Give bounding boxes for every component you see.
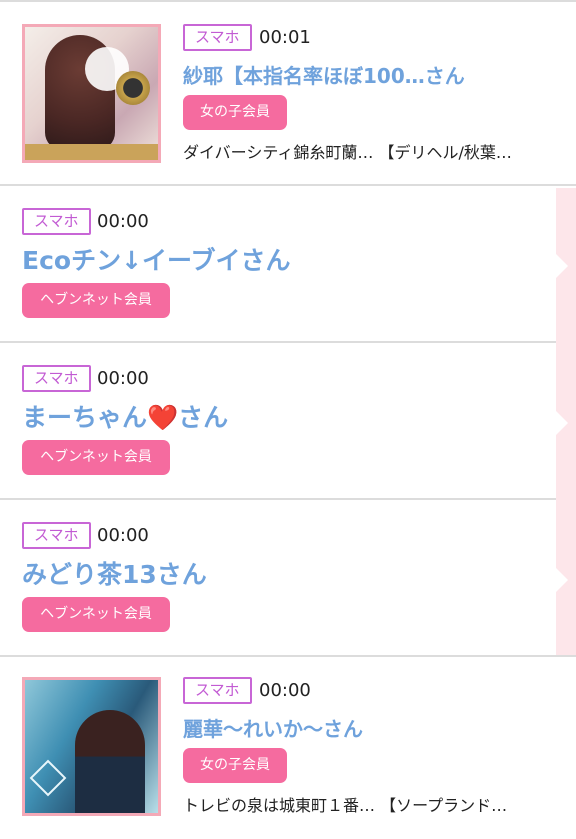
user-name-link[interactable]: まーちゃん❤️さん xyxy=(22,398,228,434)
side-indicator-bar xyxy=(556,188,576,655)
heart-icon: ❤️ xyxy=(147,403,179,432)
list-item[interactable]: スマホ 00:00 Ecoチン↓イーブイさん ヘブンネット会員 xyxy=(0,186,576,343)
device-badge: スマホ xyxy=(183,677,252,704)
timestamp: 00:01 xyxy=(259,27,311,48)
membership-badge: ヘブンネット会員 xyxy=(22,440,170,475)
user-name-suffix: さん xyxy=(178,403,229,432)
membership-badge: ヘブンネット会員 xyxy=(22,597,170,632)
user-name-link[interactable]: Ecoチン↓イーブイさん xyxy=(22,241,291,277)
user-name-link[interactable]: みどり茶13さん xyxy=(22,555,207,591)
diamond-logo-icon xyxy=(29,759,67,797)
side-notch xyxy=(556,411,568,435)
list-item[interactable]: スマホ 00:00 麗華〜れいか〜さん 女の子会員 トレビの泉は城東町１番… 【… xyxy=(0,657,576,839)
side-notch xyxy=(556,568,568,592)
profile-thumbnail[interactable] xyxy=(22,677,161,816)
device-badge: スマホ xyxy=(183,24,252,51)
device-badge: スマホ xyxy=(22,522,91,549)
user-name-link[interactable]: 麗華〜れいか〜さん xyxy=(183,713,363,742)
timestamp: 00:00 xyxy=(97,525,149,546)
membership-badge: ヘブンネット会員 xyxy=(22,283,170,318)
device-badge: スマホ xyxy=(22,365,91,392)
photo-figure xyxy=(75,710,145,813)
timestamp: 00:00 xyxy=(97,368,149,389)
profile-thumbnail[interactable] xyxy=(22,24,161,163)
list-item[interactable]: スマホ 00:00 みどり茶13さん ヘブンネット会員 xyxy=(0,500,576,657)
membership-badge: 女の子会員 xyxy=(183,95,287,130)
photo-strip xyxy=(25,144,158,160)
timestamp: 00:00 xyxy=(259,680,311,701)
user-name-link[interactable]: 紗耶【本指名率ほぼ100…さん xyxy=(183,60,465,89)
side-notch xyxy=(556,254,568,278)
shop-info[interactable]: ダイバーシティ錦糸町蘭… 【デリヘル/秋葉… xyxy=(183,139,512,163)
timestamp: 00:00 xyxy=(97,211,149,232)
user-name-text: まーちゃん xyxy=(22,403,148,432)
device-badge: スマホ xyxy=(22,208,91,235)
list-item[interactable]: スマホ 00:01 紗耶【本指名率ほぼ100…さん 女の子会員 ダイバーシティ錦… xyxy=(0,0,576,186)
membership-badge: 女の子会員 xyxy=(183,748,287,783)
list-item[interactable]: スマホ 00:00 まーちゃん❤️さん ヘブンネット会員 xyxy=(0,343,576,500)
shop-info[interactable]: トレビの泉は城東町１番… 【ソープランド… xyxy=(183,792,507,816)
rank-medal-icon xyxy=(116,71,150,105)
